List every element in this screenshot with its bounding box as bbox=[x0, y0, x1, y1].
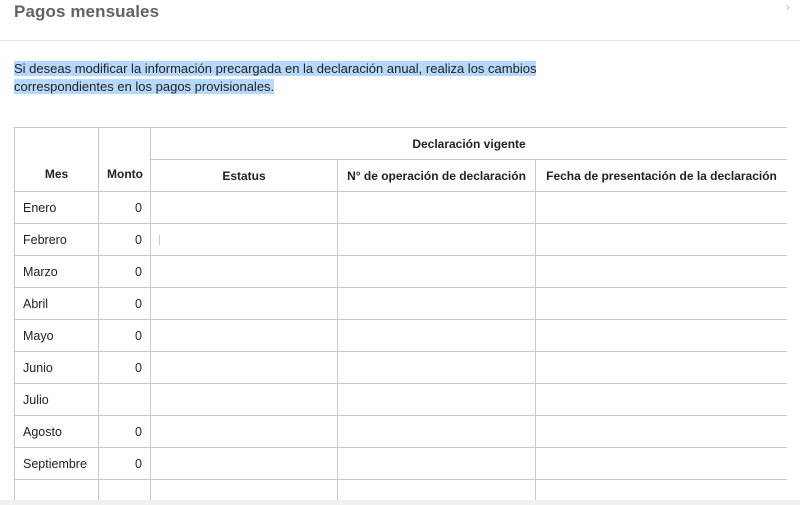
column-header-operacion: N° de operación de declaración bbox=[337, 159, 536, 192]
column-header-monto: Monto bbox=[98, 127, 151, 192]
payments-table: Mes Monto Declaración vigente Estatus N°… bbox=[14, 127, 787, 505]
payments-dialog: Pagos mensuales › Si deseas modificar la… bbox=[0, 0, 800, 505]
cell-operacion bbox=[337, 351, 536, 384]
cell-mes: Mayo bbox=[14, 319, 99, 352]
cell-monto: 0 bbox=[98, 351, 151, 384]
cell-estatus bbox=[150, 447, 338, 480]
cell-fecha bbox=[534, 415, 787, 448]
cell-mes: Marzo bbox=[14, 255, 99, 288]
cell-estatus bbox=[150, 287, 338, 320]
cell-operacion bbox=[337, 447, 536, 480]
text-cursor bbox=[159, 235, 160, 246]
cell-operacion bbox=[337, 319, 536, 352]
cell-estatus bbox=[150, 255, 338, 288]
info-notice: Si deseas modificar la información preca… bbox=[14, 60, 554, 96]
cell-estatus bbox=[150, 351, 338, 384]
table-group-header-row: Mes Monto Declaración vigente bbox=[14, 127, 787, 192]
cell-mes: Junio bbox=[14, 351, 99, 384]
cell-fecha bbox=[534, 383, 787, 416]
table-row: Enero 0 bbox=[14, 191, 787, 224]
cell-fecha bbox=[534, 447, 787, 480]
cell-fecha bbox=[534, 223, 787, 256]
cell-monto: 0 bbox=[98, 191, 151, 224]
cell-fecha bbox=[534, 255, 787, 288]
cell-mes: Agosto bbox=[14, 415, 99, 448]
cell-operacion bbox=[337, 383, 536, 416]
cell-mes: Febrero bbox=[14, 223, 99, 256]
cell-monto: 0 bbox=[98, 223, 151, 256]
table-row: Mayo 0 bbox=[14, 319, 787, 352]
cell-estatus bbox=[150, 191, 338, 224]
cell-mes: Enero bbox=[14, 191, 99, 224]
cell-estatus bbox=[150, 383, 338, 416]
cell-operacion bbox=[337, 255, 536, 288]
column-header-estatus: Estatus bbox=[150, 159, 338, 192]
table-row: Marzo 0 bbox=[14, 255, 787, 288]
cell-monto: 0 bbox=[98, 447, 151, 480]
notice-line-2: correspondientes en los pagos provisiona… bbox=[14, 79, 275, 94]
dialog-title: Pagos mensuales bbox=[14, 2, 160, 21]
cell-monto bbox=[98, 383, 151, 416]
cell-operacion bbox=[337, 191, 536, 224]
column-header-fecha: Fecha de presentación de la declaración bbox=[534, 159, 787, 192]
cell-estatus bbox=[150, 415, 338, 448]
cell-monto: 0 bbox=[98, 255, 151, 288]
cell-fecha bbox=[534, 319, 787, 352]
table-row: Febrero 0 bbox=[14, 223, 787, 256]
column-header-mes: Mes bbox=[14, 127, 99, 192]
cell-operacion bbox=[337, 223, 536, 256]
cell-operacion bbox=[337, 287, 536, 320]
table-row: Agosto 0 bbox=[14, 415, 787, 448]
cell-estatus bbox=[150, 319, 338, 352]
cell-monto: 0 bbox=[98, 319, 151, 352]
column-group-declaracion-vigente: Declaración vigente bbox=[149, 127, 787, 160]
cell-fecha bbox=[534, 191, 787, 224]
cell-mes: Septiembre bbox=[14, 447, 99, 480]
close-icon[interactable]: › bbox=[786, 2, 790, 14]
cell-mes: Abril bbox=[14, 287, 99, 320]
cell-monto: 0 bbox=[98, 415, 151, 448]
header-divider bbox=[0, 40, 800, 41]
cell-mes: Julio bbox=[14, 383, 99, 416]
table-row: Junio 0 bbox=[14, 351, 787, 384]
table-row: Abril 0 bbox=[14, 287, 787, 320]
cell-monto: 0 bbox=[98, 287, 151, 320]
payments-table-container[interactable]: Mes Monto Declaración vigente Estatus N°… bbox=[14, 127, 787, 505]
cell-estatus bbox=[150, 223, 338, 256]
notice-line-1: Si deseas modificar la información preca… bbox=[14, 61, 537, 76]
cell-fecha bbox=[534, 351, 787, 384]
bottom-scroll-edge bbox=[0, 500, 800, 505]
cell-operacion bbox=[337, 415, 536, 448]
cell-fecha bbox=[534, 287, 787, 320]
table-row: Septiembre 0 bbox=[14, 447, 787, 480]
table-row: Julio bbox=[14, 383, 787, 416]
